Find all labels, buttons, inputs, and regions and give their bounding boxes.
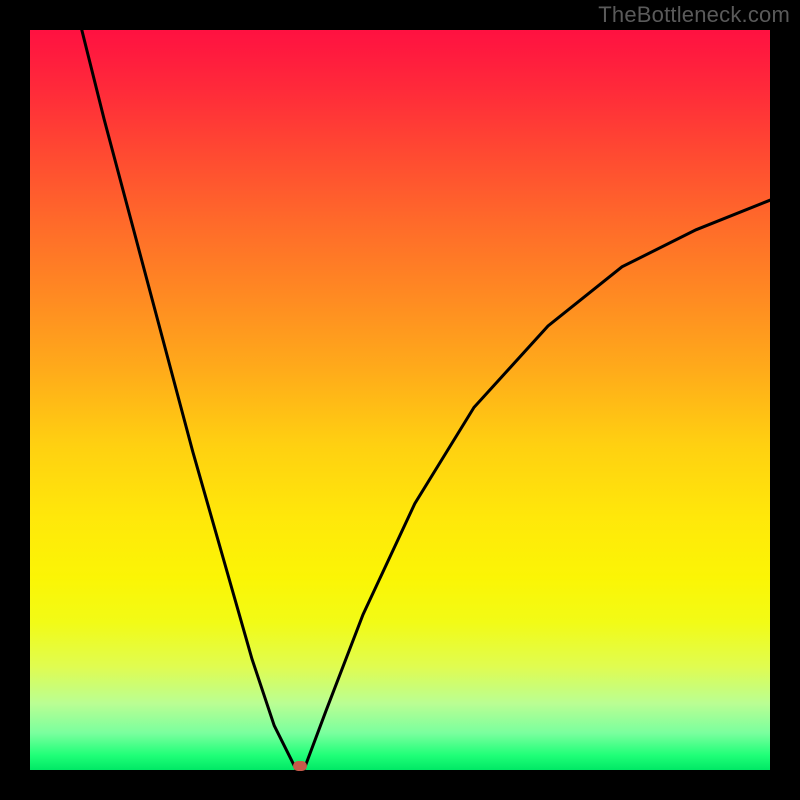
curve-left-branch: [82, 30, 297, 770]
watermark-label: TheBottleneck.com: [598, 2, 790, 28]
curve-right-branch: [304, 200, 770, 770]
vertex-marker: [293, 761, 307, 771]
curve-svg: [30, 30, 770, 770]
chart-frame: TheBottleneck.com: [0, 0, 800, 800]
plot-area: [30, 30, 770, 770]
